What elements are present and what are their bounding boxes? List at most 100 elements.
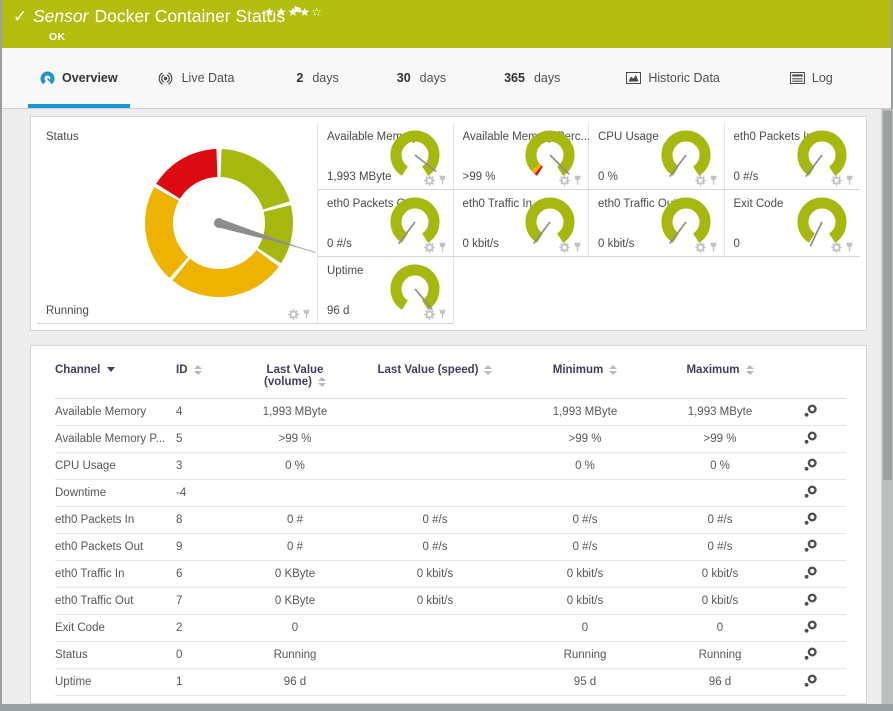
star-empty-icon[interactable]: ☆ bbox=[311, 5, 323, 19]
column-header-min[interactable]: Minimum bbox=[510, 360, 660, 399]
tab-log[interactable]: Log bbox=[778, 48, 845, 108]
gauge-cell-available-memory[interactable]: Available Memory 1,993 MByte bbox=[318, 123, 454, 190]
channel-actions-cell bbox=[780, 398, 846, 426]
channel-settings-button[interactable] bbox=[803, 458, 818, 475]
channel-settings-button[interactable] bbox=[803, 539, 818, 556]
status-gauge-cell[interactable]: Status Running bbox=[37, 123, 318, 324]
gear-icon[interactable] bbox=[694, 242, 706, 253]
gauge-cell-icons[interactable] bbox=[694, 242, 718, 253]
pin-icon[interactable] bbox=[709, 242, 718, 253]
sort-icon bbox=[317, 376, 326, 387]
column-header-channel[interactable]: Channel bbox=[55, 360, 176, 399]
cell-speed bbox=[360, 614, 510, 642]
channel-actions-cell bbox=[780, 533, 846, 561]
star-filled-icon[interactable]: ★ bbox=[288, 5, 300, 19]
gauge-cell-icons[interactable] bbox=[423, 175, 447, 186]
column-header-speed[interactable]: Last Value (speed) bbox=[360, 360, 510, 399]
gauge-cell-uptime[interactable]: Uptime 96 d bbox=[318, 257, 454, 324]
channel-settings-button[interactable] bbox=[803, 512, 818, 529]
channel-settings-icon bbox=[804, 620, 817, 633]
gauge-cell-icons[interactable] bbox=[423, 309, 447, 320]
pin-icon[interactable] bbox=[845, 175, 854, 186]
gauge-cell-icons[interactable] bbox=[559, 242, 582, 253]
status-donut-svg bbox=[144, 149, 316, 298]
pin-icon[interactable] bbox=[438, 242, 447, 253]
cell-vol: 0 # bbox=[230, 533, 360, 561]
gauge-cell-icons[interactable] bbox=[831, 242, 854, 253]
tab-historic-data[interactable]: Historic Data bbox=[614, 48, 732, 108]
gear-icon[interactable] bbox=[423, 175, 435, 186]
tab-overview[interactable]: Overview bbox=[28, 48, 130, 108]
channel-settings-button[interactable] bbox=[803, 647, 818, 664]
gear-icon[interactable] bbox=[694, 175, 706, 186]
table-row[interactable]: eth0 Traffic Out 7 0 KByte 0 kbit/s 0 kbit/s… bbox=[55, 587, 846, 615]
vertical-scrollbar[interactable] bbox=[881, 109, 893, 704]
star-filled-icon[interactable]: ★ bbox=[276, 5, 288, 19]
star-filled-icon[interactable]: ★ bbox=[299, 5, 311, 19]
gauge-cell-icons[interactable] bbox=[694, 175, 718, 186]
gauge-label: Uptime bbox=[327, 265, 364, 277]
cell-min: 0 kbit/s bbox=[510, 560, 660, 588]
table-row[interactable]: Uptime 1 96 d 95 d 96 d bbox=[55, 668, 846, 696]
gear-icon[interactable] bbox=[288, 309, 299, 320]
table-row[interactable]: eth0 Packets Out 9 0 #0 #/s 0 #/s 0 #/s bbox=[55, 533, 846, 561]
channel-settings-button[interactable] bbox=[803, 566, 818, 583]
channel-settings-button[interactable] bbox=[803, 485, 818, 502]
gear-icon[interactable] bbox=[423, 242, 435, 253]
column-header-id[interactable]: ID bbox=[176, 360, 230, 399]
channel-settings-button[interactable] bbox=[803, 593, 818, 610]
pin-icon[interactable] bbox=[573, 242, 582, 253]
gear-icon[interactable] bbox=[559, 175, 570, 186]
gauge-cell-eth0-packets-in[interactable]: eth0 Packets In 0 #/s bbox=[724, 123, 860, 190]
table-row[interactable]: eth0 Traffic In 6 0 KByte 0 kbit/s 0 kbit/s 0… bbox=[55, 560, 846, 588]
pin-icon[interactable] bbox=[709, 175, 718, 186]
cell-min: 0 bbox=[510, 614, 660, 642]
pin-icon[interactable] bbox=[573, 175, 582, 186]
gear-icon[interactable] bbox=[423, 309, 435, 320]
gauge-cell-eth0-traffic-in[interactable]: eth0 Traffic In 0 kbit/s bbox=[453, 190, 589, 257]
gauge-cell-icons[interactable] bbox=[559, 175, 582, 186]
scrollbar-thumb[interactable] bbox=[883, 111, 892, 480]
gauge-cell-icons[interactable] bbox=[423, 242, 447, 253]
gauge-cell-exit-code[interactable]: Exit Code 0 bbox=[724, 190, 860, 257]
table-row[interactable]: CPU Usage 3 0 % 0 % 0 % bbox=[55, 452, 846, 480]
pin-icon[interactable] bbox=[438, 309, 447, 320]
channel-settings-button[interactable] bbox=[803, 404, 818, 421]
gauge-cell-cpu-usage[interactable]: CPU Usage 0 % bbox=[589, 123, 725, 190]
table-row[interactable]: Status 0 Running Running Running bbox=[55, 641, 846, 669]
gear-icon[interactable] bbox=[559, 242, 570, 253]
cell-vol: 1,993 MByte bbox=[230, 398, 360, 426]
column-header-max[interactable]: Maximum bbox=[660, 360, 780, 399]
gauge-value: 0 #/s bbox=[327, 238, 352, 250]
tab-2-days[interactable]: 2 days bbox=[284, 48, 350, 108]
table-row[interactable]: Available Memory 4 1,993 MByte 1,993 MByte 1… bbox=[55, 398, 846, 426]
tab-365-days[interactable]: 365 days bbox=[492, 48, 572, 108]
pin-icon[interactable] bbox=[845, 242, 854, 253]
column-header-vol[interactable]: Last Value (volume) bbox=[230, 360, 360, 399]
gauge-cell-icons[interactable] bbox=[831, 175, 854, 186]
tab-live-data[interactable]: Live Data bbox=[144, 48, 247, 108]
cell-max bbox=[660, 479, 780, 507]
channel-settings-button[interactable] bbox=[803, 431, 818, 448]
tab-30-days[interactable]: 30 days bbox=[385, 48, 458, 108]
table-row[interactable]: eth0 Packets In 8 0 #0 #/s 0 #/s 0 #/s bbox=[55, 506, 846, 534]
gauge-cell-eth0-traffic-out[interactable]: eth0 Traffic Out 0 kbit/s bbox=[589, 190, 725, 257]
table-row[interactable]: Downtime -4 bbox=[55, 479, 846, 507]
gear-icon[interactable] bbox=[831, 242, 842, 253]
gauge-value: 1,993 MByte bbox=[327, 171, 392, 183]
star-filled-icon[interactable]: ★ bbox=[264, 5, 276, 19]
pin-icon[interactable] bbox=[438, 175, 447, 186]
gauge-cell-available-memory-perc[interactable]: Available Memory Perc... >99 % bbox=[453, 123, 590, 190]
channel-settings-icon bbox=[804, 674, 817, 687]
table-row[interactable]: Exit Code 2 0 0 0 bbox=[55, 614, 846, 642]
channel-settings-button[interactable] bbox=[803, 620, 818, 637]
gauge-cell-icons[interactable] bbox=[288, 309, 311, 320]
pin-icon[interactable] bbox=[302, 309, 311, 320]
table-row[interactable]: Available Memory P... 5 >99 % >99 % >99 % bbox=[55, 425, 846, 453]
cell-channel: Available Memory bbox=[55, 398, 176, 426]
gear-icon[interactable] bbox=[831, 175, 842, 186]
channel-settings-button[interactable] bbox=[803, 674, 818, 691]
priority-stars[interactable]: ★★★★☆ bbox=[264, 5, 323, 19]
gauge-cell-eth0-packets-out[interactable]: eth0 Packets Out 0 #/s bbox=[318, 190, 454, 257]
cell-min: 0 #/s bbox=[510, 533, 660, 561]
